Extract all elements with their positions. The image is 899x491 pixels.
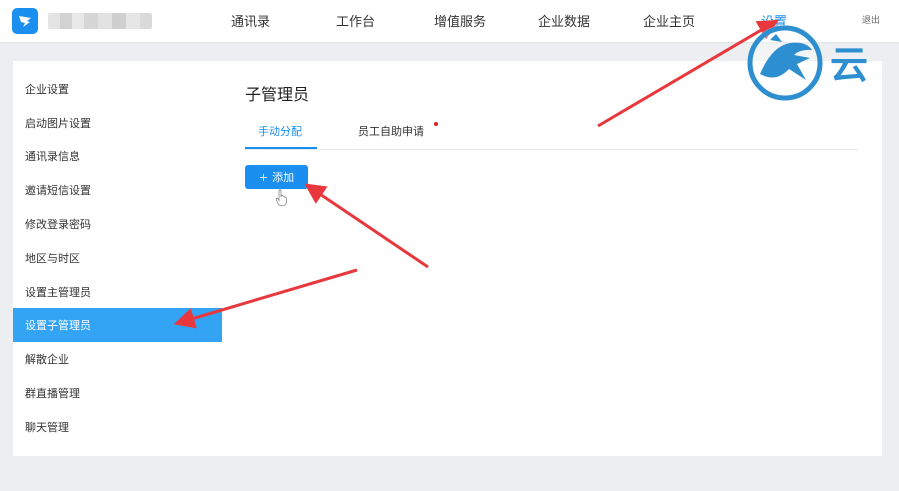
nav-workbench[interactable]: 工作台: [336, 11, 375, 30]
sidebar-item-primary-admin[interactable]: 设置主管理员: [13, 275, 222, 309]
organization-name-blurred: [48, 13, 152, 29]
page-title: 子管理员: [245, 85, 310, 104]
main-panel: 子管理员 手动分配 员工自助申请 + 添加: [222, 61, 882, 456]
tab-divider: [245, 149, 858, 150]
sidebar-item-label: 企业设置: [25, 83, 69, 96]
sidebar-item-contacts-info[interactable]: 通讯录信息: [13, 139, 222, 173]
sidebar-item-label: 解散企业: [25, 353, 69, 366]
nav-enterprise-homepage[interactable]: 企业主页: [643, 11, 695, 30]
tab-employee-self-apply[interactable]: 员工自助申请: [358, 123, 424, 139]
sidebar-item-label: 修改登录密码: [25, 218, 91, 231]
sidebar-item-chat-management[interactable]: 聊天管理: [13, 410, 222, 444]
nav-enterprise-data[interactable]: 企业数据: [538, 11, 590, 30]
sidebar-item-invite-sms[interactable]: 邀请短信设置: [13, 173, 222, 207]
sidebar-item-label: 地区与时区: [25, 252, 80, 265]
logout-link[interactable]: 退出: [862, 13, 880, 26]
hand-cursor-icon: [275, 189, 288, 206]
sidebar-item-label: 聊天管理: [25, 421, 69, 434]
settings-sidebar: 企业设置 启动图片设置 通讯录信息 邀请短信设置 修改登录密码 地区与时区 设置…: [13, 61, 222, 456]
add-button-label: 添加: [272, 171, 295, 184]
top-bar: 通讯录 工作台 增值服务 企业数据 企业主页 设置 退出: [0, 0, 899, 42]
sidebar-item-label: 通讯录信息: [25, 150, 80, 163]
add-sub-admin-button[interactable]: + 添加: [245, 165, 308, 189]
nav-settings[interactable]: 设置: [761, 11, 787, 30]
sidebar-item-enterprise-settings[interactable]: 企业设置: [13, 72, 222, 106]
sidebar-item-sub-admin[interactable]: 设置子管理员: [13, 308, 222, 342]
tab-manual-assign[interactable]: 手动分配: [258, 123, 302, 139]
sidebar-item-label: 启动图片设置: [25, 117, 91, 130]
nav-value-added-services[interactable]: 增值服务: [434, 11, 486, 30]
notification-dot: [434, 122, 438, 126]
sidebar-item-label: 设置主管理员: [25, 286, 91, 299]
app-logo-icon[interactable]: [12, 8, 38, 34]
sidebar-item-group-live[interactable]: 群直播管理: [13, 376, 222, 410]
active-tab-indicator: [245, 147, 317, 149]
sidebar-item-label: 邀请短信设置: [25, 184, 91, 197]
sidebar-item-label: 群直播管理: [25, 387, 80, 400]
sidebar-item-dissolve-enterprise[interactable]: 解散企业: [13, 342, 222, 376]
nav-contacts[interactable]: 通讯录: [231, 11, 270, 30]
sidebar-item-region-timezone[interactable]: 地区与时区: [13, 241, 222, 275]
sidebar-item-splash-image[interactable]: 启动图片设置: [13, 106, 222, 140]
sidebar-item-change-password[interactable]: 修改登录密码: [13, 207, 222, 241]
plus-icon: +: [258, 170, 269, 184]
sidebar-item-label: 设置子管理员: [25, 319, 91, 332]
